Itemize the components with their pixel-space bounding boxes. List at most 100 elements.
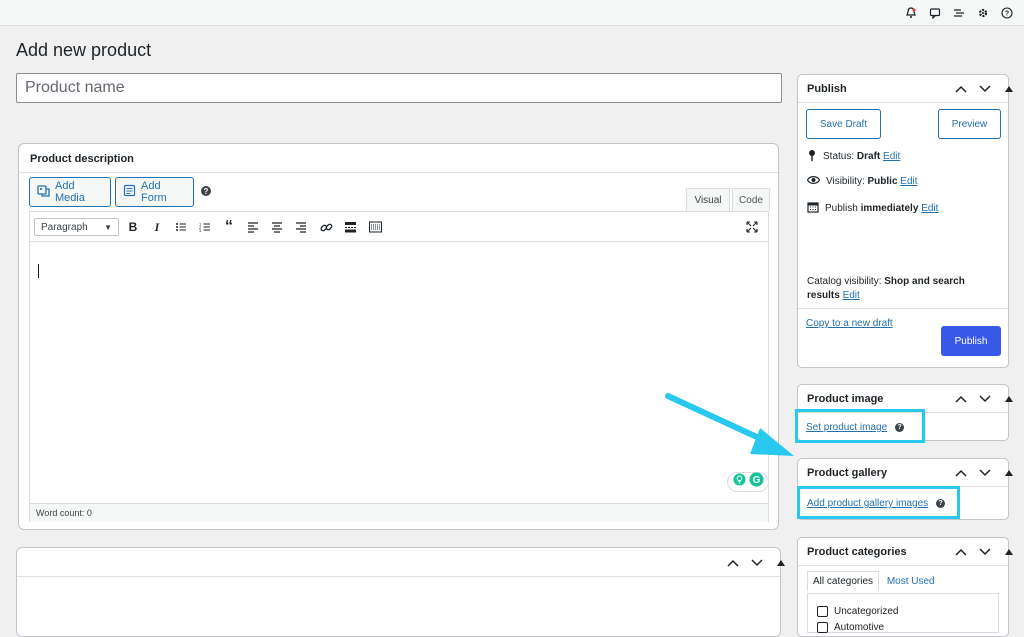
media-icon [37, 184, 50, 200]
chevron-up-icon[interactable] [954, 392, 968, 406]
eye-icon [806, 175, 821, 188]
grammarly-widget[interactable]: G [727, 472, 769, 492]
editor-frame: Paragraph ▼ B I 123 “ G Word count: 0 [29, 211, 769, 522]
lightbulb-icon [733, 473, 746, 491]
caret-up-icon[interactable] [1002, 466, 1016, 480]
highlight-box [797, 486, 960, 519]
chevron-down-icon[interactable] [978, 545, 992, 559]
status-label: Status: [823, 151, 855, 162]
publish-button[interactable]: Publish [941, 326, 1001, 356]
svg-text:3: 3 [199, 228, 202, 233]
help-icon[interactable]: ? [201, 186, 211, 196]
tab-code[interactable]: Code [732, 188, 770, 211]
list-icon[interactable] [952, 6, 966, 20]
align-right-icon[interactable] [293, 219, 309, 235]
caret-up-icon[interactable] [774, 556, 788, 570]
checkbox[interactable] [817, 606, 828, 617]
category-list: Uncategorized Automotive [807, 593, 999, 633]
divider [798, 308, 1008, 309]
add-media-label: Add Media [55, 180, 85, 204]
divider [17, 576, 780, 577]
product-description-title: Product description [30, 153, 134, 165]
format-select-value: Paragraph [41, 221, 88, 233]
status-edit-link[interactable]: Edit [883, 151, 900, 162]
calendar-icon [807, 201, 819, 216]
divider [798, 565, 1008, 566]
chevron-down-icon[interactable] [978, 82, 992, 96]
link-icon[interactable] [318, 219, 334, 235]
status-row: Status: Draft Edit [807, 149, 900, 164]
gear-icon[interactable] [976, 6, 990, 20]
format-select[interactable]: Paragraph ▼ [34, 218, 119, 236]
panel-controls [954, 82, 1016, 96]
category-label: Uncategorized [834, 606, 899, 617]
align-center-icon[interactable] [269, 219, 285, 235]
visibility-edit-link[interactable]: Edit [900, 176, 917, 187]
chevron-down-icon[interactable] [750, 556, 764, 570]
word-count: Word count: 0 [30, 503, 768, 522]
grammarly-icon: G [749, 472, 764, 492]
publish-panel: Publish Save Draft Preview Status: Draft… [797, 74, 1013, 368]
chevron-down-icon[interactable] [978, 392, 992, 406]
chevron-up-icon[interactable] [954, 82, 968, 96]
caret-up-icon[interactable] [1002, 545, 1016, 559]
quote-icon[interactable]: “ [221, 218, 237, 235]
publish-date-edit-link[interactable]: Edit [921, 203, 938, 214]
product-description-box: Product description Add Media Add Form ?… [18, 143, 779, 530]
box-controls [726, 556, 788, 570]
tab-most-used[interactable]: Most Used [882, 572, 940, 591]
bold-icon[interactable]: B [125, 219, 141, 235]
bulleted-list-icon[interactable] [173, 219, 189, 235]
tab-visual[interactable]: Visual [686, 188, 730, 211]
divider [798, 102, 1008, 103]
add-media-button[interactable]: Add Media [29, 177, 111, 207]
catalog-visibility-row: Catalog visibility: Shop and search resu… [807, 275, 997, 303]
save-draft-button[interactable]: Save Draft [806, 109, 881, 139]
divider [19, 172, 778, 173]
svg-text:?: ? [1005, 11, 1009, 18]
preview-button[interactable]: Preview [938, 109, 1001, 139]
italic-icon[interactable]: I [149, 219, 165, 235]
tab-all-categories[interactable]: All categories [807, 571, 880, 591]
pin-icon [807, 149, 817, 164]
chevron-up-icon[interactable] [954, 545, 968, 559]
comment-icon[interactable] [928, 6, 942, 20]
chevron-down-icon: ▼ [104, 222, 112, 232]
catalog-label: Catalog visibility: [807, 276, 882, 287]
top-admin-bar: ? [0, 0, 1024, 26]
numbered-list-icon[interactable]: 123 [197, 219, 213, 235]
product-gallery-title: Product gallery [807, 467, 888, 479]
add-form-label: Add Form [141, 180, 167, 204]
copy-to-draft-link[interactable]: Copy to a new draft [806, 318, 893, 329]
panel-controls [954, 392, 1016, 406]
annotation-arrow-icon [665, 393, 794, 456]
chevron-up-icon[interactable] [726, 556, 740, 570]
visibility-label: Visibility: [826, 176, 865, 187]
publish-label: Publish [825, 203, 858, 214]
toolbar-toggle-icon[interactable] [367, 219, 383, 235]
catalog-edit-link[interactable]: Edit [843, 290, 860, 301]
chevron-up-icon[interactable] [954, 466, 968, 480]
fullscreen-icon[interactable] [744, 219, 760, 235]
publish-title: Publish [807, 83, 847, 95]
editor-toolbar: Paragraph ▼ B I 123 “ [30, 212, 768, 242]
visibility-value: Public [867, 176, 898, 187]
product-categories-title: Product categories [807, 546, 907, 558]
bell-icon[interactable] [904, 6, 918, 20]
form-icon [123, 184, 136, 200]
product-image-title: Product image [807, 393, 884, 405]
caret-up-icon[interactable] [1002, 82, 1016, 96]
chevron-down-icon[interactable] [978, 466, 992, 480]
caret-up-icon[interactable] [1002, 392, 1016, 406]
read-more-icon[interactable] [342, 219, 358, 235]
list-item[interactable]: Uncategorized [817, 606, 898, 617]
panel-controls [954, 466, 1016, 480]
product-name-input[interactable] [16, 73, 782, 103]
page-title: Add new product [16, 40, 152, 60]
align-left-icon[interactable] [245, 219, 261, 235]
add-form-button[interactable]: Add Form [115, 177, 194, 207]
product-data-box [16, 547, 785, 637]
product-categories-panel: Product categories All categories Most U… [797, 537, 1013, 637]
help-icon[interactable]: ? [1000, 6, 1014, 20]
visibility-row: Visibility: Public Edit [806, 175, 918, 188]
